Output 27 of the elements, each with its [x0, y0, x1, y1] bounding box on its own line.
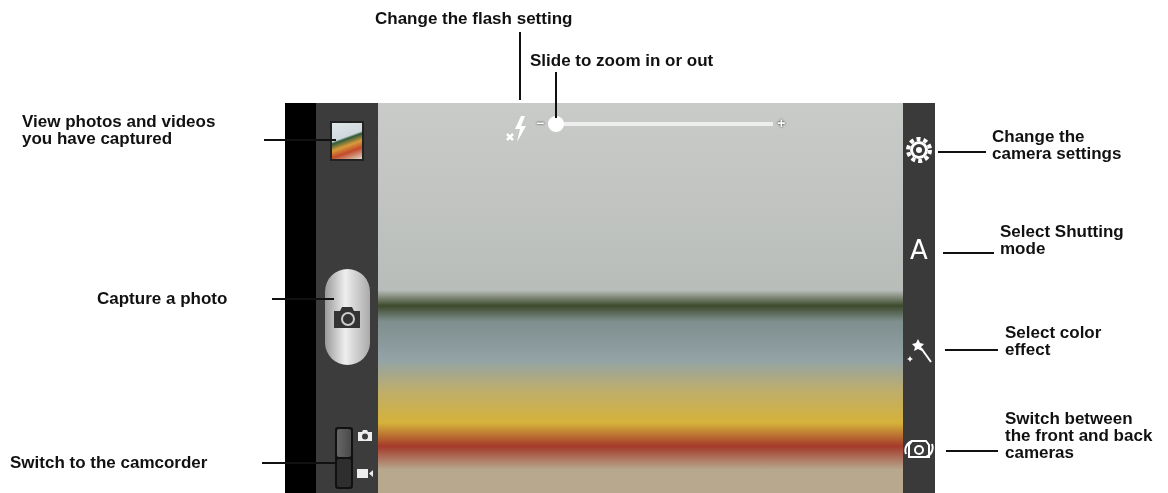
callout-text: Switch to the camcorder	[10, 454, 209, 471]
callout-text: View photos and videos you have captured	[22, 113, 217, 147]
shooting-mode-button[interactable]: A	[910, 236, 928, 264]
zoom-out-sign: −	[536, 114, 545, 133]
leader-line	[942, 252, 995, 254]
callout-text: Switch between the front and back cameras	[1005, 410, 1154, 461]
callout-text: Select color effect	[1005, 324, 1103, 358]
leader-line	[271, 298, 335, 300]
camera-icon	[332, 305, 362, 329]
gallery-thumbnail[interactable]	[330, 121, 364, 161]
zoom-in-sign: +	[777, 114, 786, 133]
leader-line	[944, 349, 999, 351]
settings-icon[interactable]	[905, 136, 933, 164]
leader-line	[555, 71, 557, 119]
leader-line	[519, 31, 521, 101]
callout-text: Change the flash setting	[375, 10, 574, 27]
video-camera-icon	[357, 468, 373, 479]
callout-text: Change the camera settings	[992, 128, 1123, 162]
callout-text: Capture a photo	[97, 290, 229, 307]
callout-text: Select Shutting mode	[1000, 223, 1125, 257]
shutter-button[interactable]	[324, 269, 370, 365]
leader-line	[937, 151, 987, 153]
mode-switch[interactable]	[335, 427, 353, 489]
slider-thumb[interactable]	[548, 115, 565, 132]
camera-icon	[357, 429, 373, 442]
callout-text: Slide to zoom in or out	[530, 52, 715, 69]
leader-line	[945, 450, 999, 452]
